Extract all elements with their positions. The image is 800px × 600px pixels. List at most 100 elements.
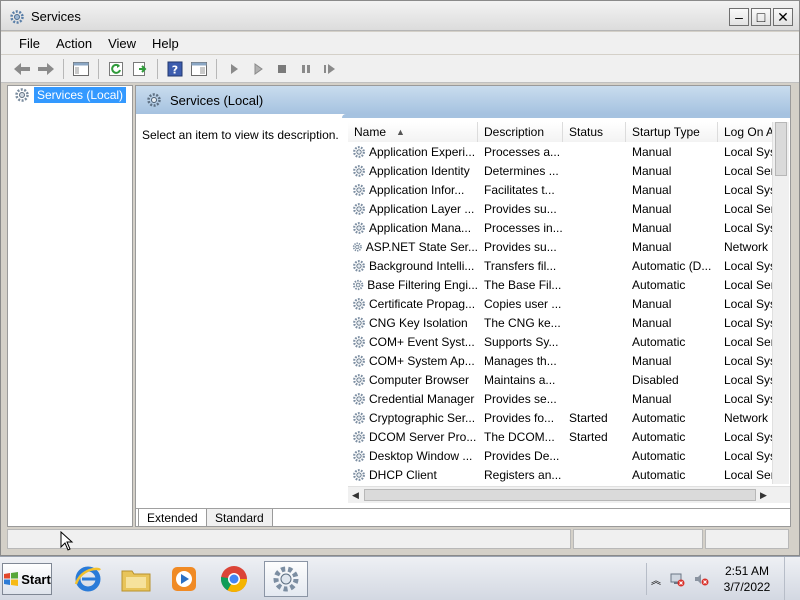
tab-standard[interactable]: Standard (206, 509, 273, 526)
cell-startup-type: Manual (632, 144, 672, 159)
network-disconnected-icon[interactable] (669, 571, 685, 587)
service-gear-icon (353, 316, 365, 329)
services-gear-icon (15, 88, 29, 102)
taskbar-clock[interactable]: 2:51 AM 3/7/2022 (716, 563, 778, 595)
stop-service-button[interactable] (271, 58, 293, 80)
volume-muted-icon[interactable] (693, 571, 709, 587)
cell-description: The DCOM... (484, 429, 555, 444)
cell-description: The Base Fil... (484, 277, 562, 292)
services-gear-icon (10, 10, 24, 24)
cell-startup-type: Manual (632, 315, 672, 330)
table-row[interactable]: DCOM Server Pro... The DCOM... Started Auto… (348, 427, 784, 446)
cell-name: Desktop Window ... (348, 449, 478, 463)
vertical-scrollbar[interactable] (772, 122, 789, 484)
cell-startup-type: Automatic (632, 467, 686, 482)
column-header-description[interactable]: Description (478, 122, 563, 142)
table-row[interactable]: DHCP Client Registers an... Automatic Local… (348, 465, 784, 484)
pause-icon (302, 64, 310, 73)
table-row[interactable]: Application Mana... Processes in... Manual… (348, 218, 784, 237)
scroll-right-icon[interactable]: ▶ (760, 490, 767, 501)
restart-icon (324, 63, 335, 74)
service-name: Computer Browser (369, 372, 470, 387)
cell-startup-type: Manual (632, 182, 672, 197)
menu-action[interactable]: Action (48, 36, 100, 51)
taskbar-file-explorer[interactable] (114, 561, 158, 597)
table-row[interactable]: COM+ Event Syst... Supports Sy... Automati… (348, 332, 784, 351)
services-rows: Application Experi... Processes a... Manua… (348, 142, 784, 484)
windows-logo-icon (4, 572, 19, 586)
table-row[interactable]: Application Identity Determines ... Manual… (348, 161, 784, 180)
show-hidden-icons-icon[interactable]: ︽ (651, 572, 661, 587)
refresh-button[interactable] (105, 58, 127, 80)
cell-name: Application Identity (348, 164, 478, 178)
taskbar-services[interactable] (264, 561, 308, 597)
table-row[interactable]: Desktop Window ... Provides De... Automati… (348, 446, 784, 465)
scroll-left-icon[interactable]: ◀ (352, 490, 359, 501)
forward-button[interactable] (35, 58, 57, 80)
table-row[interactable]: Certificate Propag... Copies user ... Manu… (348, 294, 784, 313)
start-service-params-button[interactable] (247, 58, 269, 80)
help-button[interactable]: ? (164, 58, 186, 80)
list-header: Name ▲ Description Status Startup Type Lo… (348, 122, 784, 142)
vertical-scroll-thumb[interactable] (775, 122, 787, 176)
tree-item-label: Services (Local) (34, 87, 127, 103)
cell-startup-type: Manual (632, 239, 672, 254)
taskbar-chrome[interactable] (212, 561, 256, 597)
taskbar-internet-explorer[interactable] (66, 561, 110, 597)
column-header-name[interactable]: Name ▲ (348, 122, 478, 142)
show-desktop-button[interactable] (784, 557, 800, 600)
taskbar-media-player[interactable] (162, 561, 206, 597)
table-row[interactable]: CNG Key Isolation The CNG ke... Manual Loca… (348, 313, 784, 332)
table-row[interactable]: Computer Browser Maintains a... Disabled Lo… (348, 370, 784, 389)
table-row[interactable]: Cryptographic Ser... Provides fo... Starte… (348, 408, 784, 427)
cell-name: Cryptographic Ser... (348, 411, 478, 425)
restart-service-button[interactable] (319, 58, 341, 80)
column-header-startup-type[interactable]: Startup Type (626, 122, 718, 142)
maximize-button[interactable]: □ (751, 8, 771, 26)
menu-view[interactable]: View (100, 36, 144, 51)
table-row[interactable]: Application Layer ... Provides su... Manua… (348, 199, 784, 218)
menu-help[interactable]: Help (144, 36, 187, 51)
services-gear-icon (273, 566, 299, 592)
toolbar: ? (1, 55, 799, 83)
table-row[interactable]: COM+ System Ap... Manages th... Manual Loca… (348, 351, 784, 370)
horizontal-scrollbar[interactable]: ◀ ▶ (348, 486, 790, 503)
start-service-button[interactable] (223, 58, 245, 80)
tab-extended[interactable]: Extended (138, 509, 207, 526)
pause-service-button[interactable] (295, 58, 317, 80)
properties-button[interactable] (188, 58, 210, 80)
table-row[interactable]: Background Intelli... Transfers fil... Aut… (348, 256, 784, 275)
table-row[interactable]: Application Infor... Facilitates t... Manu… (348, 180, 784, 199)
menu-file[interactable]: File (11, 36, 48, 51)
clock-date: 3/7/2022 (723, 580, 771, 594)
cell-status: Started (569, 429, 608, 444)
horizontal-scroll-thumb[interactable] (364, 489, 756, 501)
tree-item-services-local[interactable]: Services (Local) (14, 87, 127, 103)
details-pane: Services (Local) Select an item to view … (135, 85, 791, 527)
minimize-button[interactable]: – (729, 8, 749, 26)
status-panel (7, 529, 571, 549)
table-row[interactable]: Base Filtering Engi... The Base Fil... Aut… (348, 275, 784, 294)
title-bar[interactable]: Services – □ ✕ (1, 1, 799, 31)
cell-description: Provides su... (484, 201, 557, 216)
window-title: Services (31, 9, 81, 24)
table-row[interactable]: Credential Manager Provides se... Manual Lo… (348, 389, 784, 408)
show-hide-console-tree-button[interactable] (70, 58, 92, 80)
table-row[interactable]: Application Experi... Processes a... Manua… (348, 142, 784, 161)
service-name: ASP.NET State Ser... (365, 239, 478, 254)
cell-description: Processes in... (484, 220, 563, 235)
back-button[interactable] (11, 58, 33, 80)
service-gear-icon (353, 373, 365, 386)
back-arrow-icon (14, 62, 30, 75)
service-gear-icon (353, 392, 365, 405)
cell-startup-type: Manual (632, 201, 672, 216)
chrome-icon (220, 566, 248, 593)
service-gear-icon (353, 164, 365, 177)
clock-time: 2:51 AM (724, 564, 770, 578)
export-list-button[interactable] (129, 58, 151, 80)
close-button[interactable]: ✕ (773, 8, 793, 26)
column-header-label: Description (484, 125, 545, 139)
column-header-status[interactable]: Status (563, 122, 626, 142)
start-button[interactable]: Start (2, 563, 52, 595)
table-row[interactable]: ASP.NET State Ser... Provides su... Manual… (348, 237, 784, 256)
